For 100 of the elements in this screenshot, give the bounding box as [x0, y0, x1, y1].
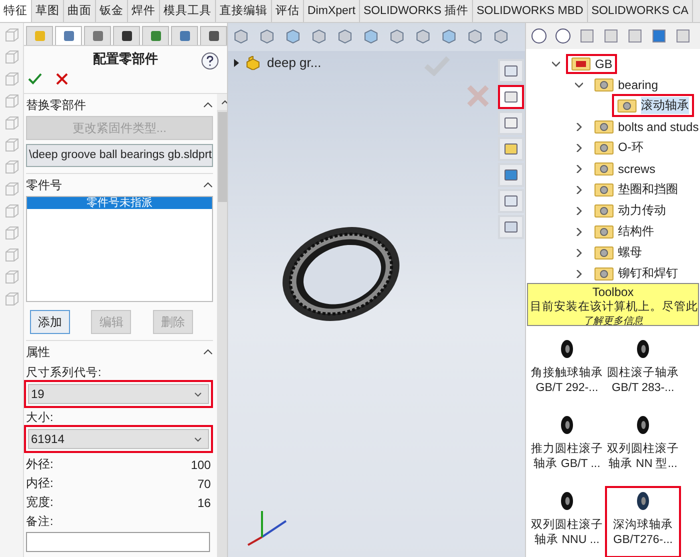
- library-tool-icon[interactable]: [674, 27, 692, 45]
- manager-tab[interactable]: [200, 26, 227, 45]
- library-tree-item[interactable]: 铆钉和焊钉: [589, 262, 683, 283]
- library-tile[interactable]: 双列圆柱滚子 轴承 NN 型...: [605, 410, 681, 482]
- ribbon-tab[interactable]: 曲面: [64, 0, 96, 22]
- view-cube-icon[interactable]: [4, 93, 20, 109]
- library-tree-item[interactable]: bearing: [589, 74, 664, 95]
- library-tile[interactable]: 推力圆柱滚子 轴承 GB/T ...: [529, 410, 605, 482]
- view-cube-icon[interactable]: [4, 181, 20, 197]
- feature-tree-item[interactable]: deep gr...: [267, 55, 322, 70]
- view-tool-icon[interactable]: [492, 27, 510, 45]
- pane-icon: [503, 167, 519, 183]
- ribbon-tab[interactable]: 焊件: [128, 0, 160, 22]
- help-icon[interactable]: [201, 52, 219, 70]
- view-cube-icon[interactable]: [4, 49, 20, 65]
- close-icon[interactable]: [56, 73, 68, 85]
- library-tree-item[interactable]: bolts and studs: [589, 116, 700, 137]
- library-tree-item[interactable]: 垫圈和挡圈: [589, 178, 683, 202]
- library-tool-icon[interactable]: [626, 27, 644, 45]
- library-tree-item[interactable]: screws: [589, 158, 660, 179]
- view-tool-icon[interactable]: [388, 27, 406, 45]
- expand-caret-icon[interactable]: [575, 270, 583, 278]
- task-pane-tab[interactable]: [498, 85, 524, 109]
- ribbon-tab[interactable]: 模具工具: [160, 0, 216, 22]
- expand-caret-icon[interactable]: [575, 186, 583, 194]
- view-tool-icon[interactable]: [440, 27, 458, 45]
- library-tile[interactable]: 双列圆柱滚子 轴承 NNU ...: [529, 486, 605, 557]
- library-tree-item[interactable]: 结构件: [589, 220, 659, 244]
- dropdown[interactable]: 19: [28, 384, 209, 404]
- ribbon-tab[interactable]: SOLIDWORKS MBD: [473, 0, 588, 22]
- banner-title: Toolbox: [591, 284, 635, 299]
- ribbon-tab[interactable]: SOLIDWORKS CA: [588, 0, 693, 22]
- expand-caret-icon[interactable]: [575, 80, 583, 89]
- view-cube-icon[interactable]: [4, 27, 20, 43]
- library-tree-item[interactable]: GB: [566, 54, 618, 74]
- library-tool-icon[interactable]: [554, 27, 572, 45]
- learn-more-link[interactable]: 了解更多信息: [528, 314, 698, 325]
- ribbon-tab[interactable]: SOLIDWORKS 插件: [360, 0, 474, 22]
- manager-tab[interactable]: [113, 26, 140, 45]
- ribbon-tab[interactable]: 特征: [0, 0, 32, 22]
- list-item[interactable]: 零件号未指派: [27, 197, 212, 209]
- tile-label: 双列圆柱滚子: [531, 518, 603, 533]
- ribbon-tab[interactable]: 评估: [272, 0, 304, 22]
- collapse-icon[interactable]: [202, 349, 213, 355]
- expand-caret-icon[interactable]: [575, 206, 583, 215]
- collapse-icon[interactable]: [202, 102, 213, 108]
- expand-caret-icon[interactable]: [575, 122, 583, 131]
- notes-input-field[interactable]: [26, 532, 210, 552]
- view-tool-icon[interactable]: [362, 27, 380, 45]
- pane-icon: [503, 193, 519, 209]
- library-tool-icon[interactable]: [578, 27, 596, 45]
- ribbon-tab[interactable]: DimXpert: [304, 0, 360, 22]
- list-action-button[interactable]: 添加: [30, 310, 70, 334]
- library-tool-icon[interactable]: [530, 27, 548, 45]
- scroll-up-icon[interactable]: [220, 100, 227, 104]
- folder-icon: [594, 224, 614, 239]
- dropdown[interactable]: 61914: [28, 429, 209, 449]
- expand-caret-icon[interactable]: [575, 228, 583, 236]
- view-tool-icon[interactable]: [258, 27, 276, 45]
- ribbon-tab[interactable]: 草图: [32, 0, 64, 22]
- bearing-icon: [635, 490, 651, 512]
- view-tool-icon[interactable]: [336, 27, 354, 45]
- library-tree-item[interactable]: O-环: [589, 136, 648, 160]
- view-cube-icon[interactable]: [4, 137, 20, 153]
- expand-caret-icon[interactable]: [575, 164, 583, 173]
- ribbon-tab[interactable]: 直接编辑: [216, 0, 272, 22]
- library-tree-item[interactable]: 动力传动: [589, 199, 671, 222]
- field-label: 大小:: [26, 410, 54, 424]
- expand-caret-icon[interactable]: [575, 144, 583, 152]
- part-number-list[interactable]: 零件号未指派: [26, 196, 213, 302]
- view-cube-icon[interactable]: [4, 247, 20, 263]
- library-tile[interactable]: 深沟球轴承 GB/T276-...: [605, 486, 681, 557]
- library-tile[interactable]: 圆柱滚子轴承 GB/T 283-...: [605, 334, 681, 406]
- view-tool-icon[interactable]: [284, 27, 302, 45]
- expand-arrow-icon[interactable]: [234, 58, 239, 66]
- view-cube-icon[interactable]: [4, 115, 20, 131]
- view-cube-icon[interactable]: [4, 269, 20, 285]
- field-label: 外径:: [26, 456, 54, 473]
- view-cube-icon[interactable]: [4, 159, 20, 175]
- expand-caret-icon[interactable]: [575, 248, 583, 257]
- library-tool-icon[interactable]: [602, 27, 620, 45]
- library-tool-icon[interactable]: [650, 27, 668, 45]
- ribbon-tab[interactable]: 钣金: [96, 0, 128, 22]
- view-tool-icon[interactable]: [466, 27, 484, 45]
- library-tree-item[interactable]: 滚动轴承: [612, 94, 694, 118]
- expand-caret-icon[interactable]: [552, 60, 560, 68]
- view-tool-icon[interactable]: [232, 27, 250, 45]
- field-label: 备注:: [26, 514, 54, 528]
- file-path-field[interactable]: \deep groove ball bearings gb.sldprt: [26, 144, 213, 167]
- library-tree-item[interactable]: 螺母: [589, 241, 647, 264]
- view-cube-icon[interactable]: [4, 71, 20, 87]
- view-cube-icon[interactable]: [4, 225, 20, 241]
- view-tool-icon[interactable]: [414, 27, 432, 45]
- view-cube-icon[interactable]: [4, 291, 20, 307]
- view-tool-icon[interactable]: [310, 27, 328, 45]
- collapse-icon[interactable]: [202, 182, 213, 188]
- banner-message: 目前安装在该计算机上。尽管此: [529, 299, 698, 314]
- confirm-icon[interactable]: [28, 73, 42, 85]
- view-cube-icon[interactable]: [4, 203, 20, 219]
- library-tile[interactable]: 角接触球轴承 GB/T 292-...: [529, 334, 605, 406]
